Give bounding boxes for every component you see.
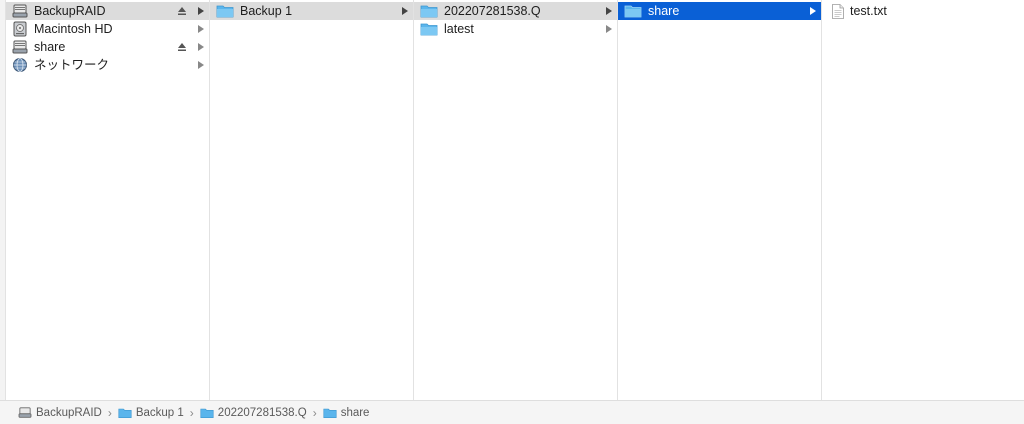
location-item-macintosh-hd[interactable]: Macintosh HD [6, 20, 209, 38]
column-202207281538-q[interactable]: share [618, 0, 822, 400]
folder-item-202207281538-q[interactable]: 202207281538.Q [414, 2, 617, 20]
disclosure-arrow-icon [198, 43, 204, 51]
path-separator: › [312, 405, 317, 420]
folder-icon [118, 408, 132, 418]
location-item-network[interactable]: ネットワーク [6, 56, 209, 74]
folder-item-backup-1[interactable]: Backup 1 [210, 2, 413, 20]
location-item-backupraid[interactable]: BackupRAID [6, 2, 209, 20]
hard-disk-icon [13, 21, 27, 37]
folder-item-latest[interactable]: latest [414, 20, 617, 38]
disclosure-arrow-icon [606, 25, 612, 33]
folder-icon [200, 408, 214, 418]
path-bar: BackupRAID › Backup 1 › 202207281538.Q ›… [0, 400, 1024, 424]
folder-label: 202207281538.Q [444, 4, 541, 18]
drive-icon [12, 40, 28, 54]
folder-icon [420, 5, 438, 18]
path-crumb-202207281538-q[interactable]: 202207281538.Q [200, 407, 307, 419]
file-label: test.txt [850, 4, 887, 18]
eject-icon[interactable] [177, 6, 187, 16]
location-item-share[interactable]: share [6, 38, 209, 56]
folder-label: latest [444, 22, 474, 36]
location-label: Macintosh HD [34, 22, 113, 36]
network-globe-icon [13, 58, 27, 72]
location-label: share [34, 40, 66, 54]
drive-icon [18, 406, 32, 418]
path-crumb-backup-1[interactable]: Backup 1 [118, 407, 184, 419]
path-separator: › [189, 405, 194, 420]
column-locations[interactable]: BackupRAID Macintosh HD share ネットワーク [6, 0, 210, 400]
column-share[interactable]: test.txt [822, 0, 1024, 400]
disclosure-arrow-icon [198, 25, 204, 33]
path-crumb-label: BackupRAID [36, 406, 102, 419]
disclosure-arrow-icon [606, 7, 612, 15]
eject-icon[interactable] [177, 42, 187, 52]
folder-item-share[interactable]: share [618, 2, 821, 20]
path-crumb-label: share [340, 406, 370, 419]
location-label: ネットワーク [34, 58, 110, 72]
folder-label: Backup 1 [240, 4, 293, 18]
path-crumb-share[interactable]: share [323, 406, 370, 419]
folder-icon [216, 5, 234, 18]
finder-window: BackupRAID Macintosh HD share ネットワーク Bac… [0, 0, 1024, 424]
folder-icon [624, 5, 642, 18]
folder-label: share [648, 4, 680, 18]
path-crumb-label: 202207281538.Q [217, 406, 307, 419]
folder-icon [420, 23, 438, 36]
path-crumb-label: Backup 1 [135, 406, 184, 419]
text-file-icon [832, 3, 844, 19]
column-backup-1[interactable]: 202207281538.Q latest [414, 0, 618, 400]
path-crumb-backupraid[interactable]: BackupRAID [18, 407, 102, 419]
disclosure-arrow-icon [810, 7, 816, 15]
folder-icon [323, 408, 337, 418]
disclosure-arrow-icon [198, 61, 204, 69]
path-separator: › [107, 405, 112, 420]
drive-icon [12, 4, 28, 18]
column-backupraid[interactable]: Backup 1 [210, 0, 414, 400]
disclosure-arrow-icon [198, 7, 204, 15]
location-label: BackupRAID [34, 4, 106, 18]
file-item-test-txt[interactable]: test.txt [822, 2, 1024, 20]
column-browser: BackupRAID Macintosh HD share ネットワーク Bac… [0, 0, 1024, 400]
disclosure-arrow-icon [402, 7, 408, 15]
